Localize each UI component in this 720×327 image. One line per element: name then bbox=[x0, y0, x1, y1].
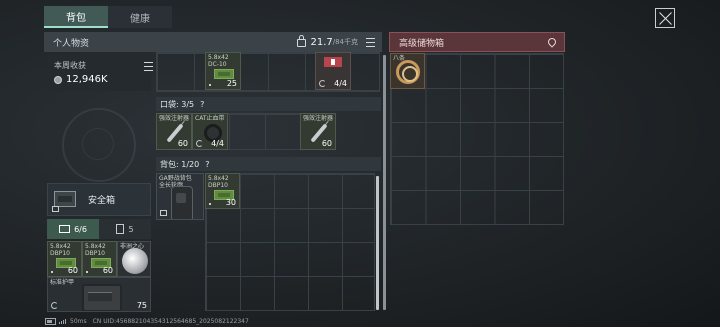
dot-icon bbox=[86, 271, 88, 273]
weekly-income-label: 本周收获 bbox=[54, 61, 86, 70]
medkit-icon bbox=[324, 57, 342, 67]
gear-slot-armor[interactable]: 标准护甲 75 bbox=[47, 277, 151, 312]
pocket-item-syringe-2[interactable]: 强效注射器 60 bbox=[300, 113, 336, 150]
item-qty: 75 bbox=[136, 301, 147, 310]
cycle-icon bbox=[319, 80, 326, 87]
slot-counts: 6/6 5 bbox=[47, 219, 151, 239]
item-name: CAT止血带 bbox=[195, 115, 225, 122]
pocket-title: 口袋: 3/5 bbox=[160, 99, 195, 109]
personal-supplies-title: 个人物资 bbox=[53, 38, 90, 49]
item-qty: 4/4 bbox=[334, 79, 347, 88]
backpack-item-ammo[interactable]: 5.8x42 DBP10 30 bbox=[205, 173, 240, 209]
personal-supplies-header: 个人物资 21.7 /84千克 bbox=[44, 32, 382, 52]
ping: 50ms bbox=[70, 318, 87, 325]
item-name: 标准护甲 bbox=[50, 279, 75, 286]
clipboard-count[interactable]: 5 bbox=[99, 219, 151, 239]
signal-icon bbox=[59, 319, 67, 324]
weight-max: /84千克 bbox=[332, 38, 358, 46]
top-tabs: 背包 健康 bbox=[44, 6, 172, 28]
lock-icon bbox=[52, 206, 59, 212]
item-name: 5.8x42 DBP10 bbox=[85, 243, 106, 257]
advanced-storage-title: 高级储物箱 bbox=[399, 38, 445, 49]
gear-slot-ammo-2[interactable]: 5.8x42 DBP10 60 bbox=[82, 241, 117, 277]
safe-box-slot[interactable]: 安全箱 bbox=[47, 183, 151, 216]
dot-icon bbox=[209, 84, 211, 86]
cycle-icon bbox=[51, 302, 58, 309]
ammo-icon bbox=[214, 69, 234, 79]
personal-menu-icon[interactable] bbox=[366, 37, 375, 47]
armor-icon bbox=[82, 284, 122, 311]
dot-icon bbox=[209, 203, 211, 205]
gem-icon bbox=[122, 248, 148, 274]
tab-backpack[interactable]: 背包 bbox=[44, 6, 108, 28]
status-bar: 50ms CN UID:456882104354312564685_202508… bbox=[45, 318, 249, 325]
emblem-watermark bbox=[62, 108, 136, 182]
advanced-storage-header: 高级储物箱 bbox=[389, 32, 565, 52]
gear-slot-ammo-1[interactable]: 5.8x42 DBP10 60 bbox=[47, 241, 82, 277]
weekly-income-value: 12,946K bbox=[66, 74, 108, 85]
income-menu-icon[interactable] bbox=[144, 62, 153, 71]
item-qty: 60 bbox=[177, 139, 188, 148]
top-item-medkit[interactable]: 4/4 bbox=[315, 52, 351, 90]
location-icon[interactable] bbox=[546, 36, 558, 48]
cycle-icon bbox=[196, 140, 203, 147]
weekly-income-panel: 本周收获 12,946K bbox=[47, 55, 153, 91]
backpack-header: 背包: 1/20 ? bbox=[156, 157, 381, 171]
clipboard-icon bbox=[116, 224, 125, 234]
uid: CN UID:456882104354312564685_20250821223… bbox=[92, 318, 249, 325]
lock-icon bbox=[160, 210, 167, 216]
weekly-income-value-row: 12,946K bbox=[54, 74, 108, 85]
item-name: 5.8x42 DBP10 bbox=[208, 175, 229, 189]
close-icon[interactable] bbox=[655, 8, 675, 28]
ring-icon bbox=[396, 60, 420, 84]
coin-icon bbox=[54, 75, 62, 84]
backpack-help[interactable]: ? bbox=[205, 160, 209, 169]
pocket-help[interactable]: ? bbox=[200, 100, 204, 109]
top-item-ammo[interactable]: 5.8x42 DC-10 25 bbox=[205, 52, 241, 90]
backpack-scrollbar[interactable] bbox=[376, 176, 379, 310]
pocket-item-tourniquet[interactable]: CAT止血带 4/4 bbox=[192, 113, 228, 150]
item-qty: 30 bbox=[225, 198, 236, 207]
weight-lock-icon bbox=[297, 35, 307, 47]
briefcase-count-value: 6/6 bbox=[74, 224, 87, 234]
backpack-title: 背包: 1/20 bbox=[160, 159, 200, 169]
backpack-icon bbox=[171, 186, 193, 219]
item-qty: 25 bbox=[226, 79, 237, 88]
safe-case-icon bbox=[54, 191, 76, 207]
battery-icon bbox=[45, 318, 56, 325]
pocket-header: 口袋: 3/5 ? bbox=[156, 97, 381, 111]
clipboard-count-value: 5 bbox=[128, 224, 134, 234]
safe-box-label: 安全箱 bbox=[88, 196, 116, 206]
weight-indicator: 21.7 /84千克 bbox=[297, 35, 358, 48]
item-qty: 60 bbox=[321, 139, 332, 148]
item-name: 5.8x42 DBP10 bbox=[50, 243, 71, 257]
item-qty: 60 bbox=[102, 266, 113, 275]
briefcase-icon bbox=[59, 225, 71, 233]
item-qty: 60 bbox=[67, 266, 78, 275]
gear-slot-gem[interactable]: 非洲之心 bbox=[117, 241, 151, 277]
pocket-item-syringe-1[interactable]: 强效注射器 60 bbox=[156, 113, 192, 150]
item-name: 5.8x42 DC-10 bbox=[208, 54, 229, 68]
tab-health[interactable]: 健康 bbox=[108, 6, 172, 28]
backpack-slot[interactable]: GA野战背包 全长轮廓 bbox=[156, 173, 204, 220]
main-scrollbar[interactable] bbox=[383, 55, 386, 310]
item-qty: 4/4 bbox=[211, 139, 224, 148]
dot-icon bbox=[51, 271, 53, 273]
briefcase-count[interactable]: 6/6 bbox=[47, 219, 99, 239]
storage-item-ring[interactable]: 八条 bbox=[390, 53, 425, 89]
weight-value: 21.7 bbox=[310, 36, 333, 48]
